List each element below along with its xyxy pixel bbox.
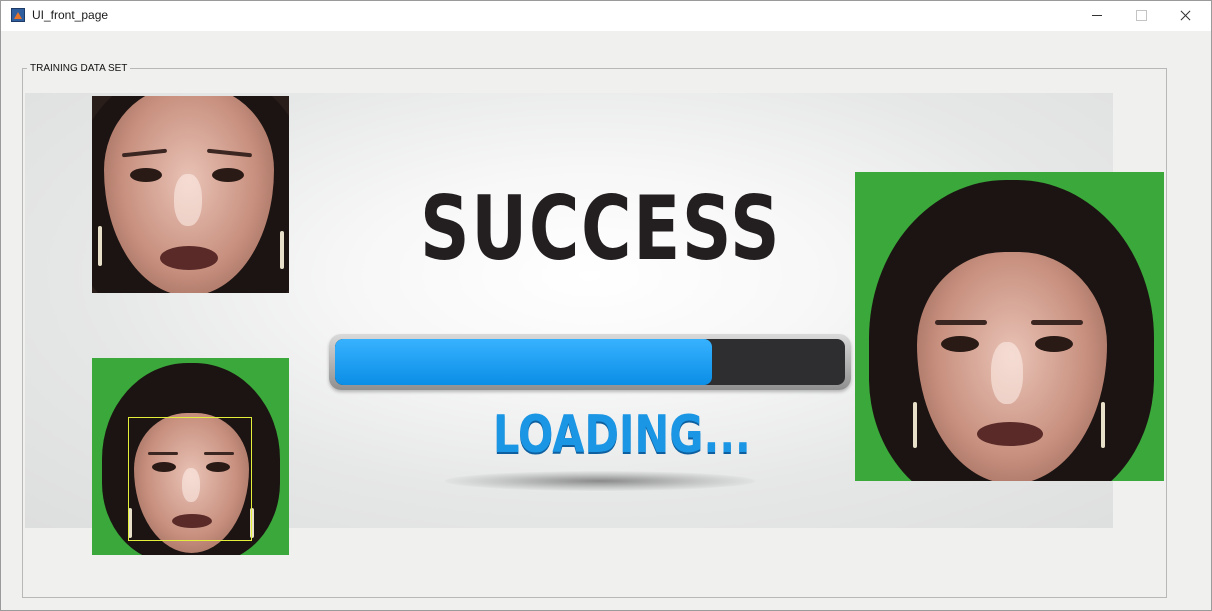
eye xyxy=(212,168,244,182)
matlab-icon xyxy=(11,8,25,22)
eye xyxy=(941,336,979,352)
earring xyxy=(1101,402,1105,448)
progress-bar xyxy=(329,334,851,390)
minimize-icon[interactable] xyxy=(1075,1,1119,31)
loading-shadow xyxy=(445,471,755,491)
eye xyxy=(1035,336,1073,352)
face-detection-box xyxy=(128,417,252,541)
brow xyxy=(1031,320,1083,325)
close-icon[interactable] xyxy=(1163,1,1207,31)
loading-label: LOADING... xyxy=(493,405,751,465)
earring xyxy=(913,402,917,448)
earring xyxy=(98,226,102,266)
mouth xyxy=(977,422,1043,446)
eye xyxy=(130,168,162,182)
face-crop-image xyxy=(92,96,289,293)
success-heading: SUCCESS xyxy=(420,177,782,281)
maximize-icon[interactable] xyxy=(1119,1,1163,31)
mouth xyxy=(160,246,218,270)
window-title: UI_front_page xyxy=(32,8,109,22)
nose xyxy=(174,174,202,226)
panel-title: TRAINING DATA SET xyxy=(27,63,131,74)
face-image xyxy=(855,172,1164,481)
earring xyxy=(280,231,284,269)
progress-track xyxy=(335,339,845,385)
nose xyxy=(991,342,1023,404)
app-window: UI_front_page TRAINING DATA SET SUCCESS … xyxy=(0,0,1212,611)
title-bar: UI_front_page xyxy=(1,1,1211,31)
progress-fill xyxy=(335,339,713,385)
brow xyxy=(935,320,987,325)
